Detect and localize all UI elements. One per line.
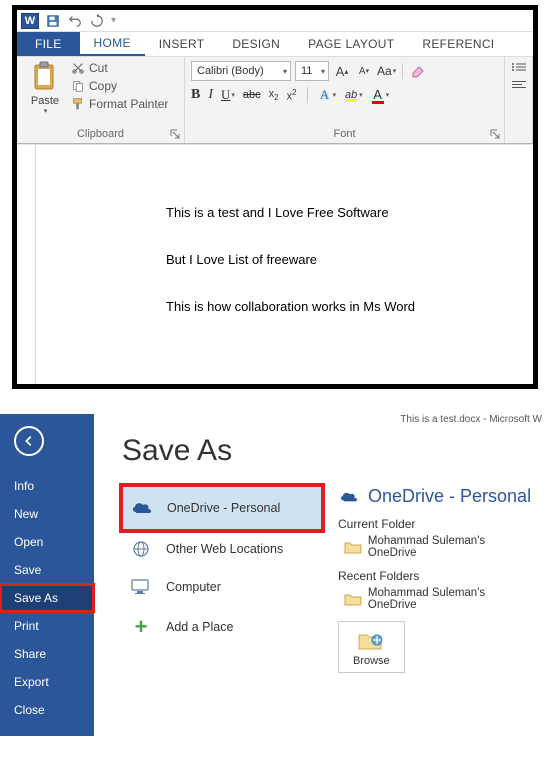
backstage-main: Save As OneDrive - Personal Other Web Lo… (94, 414, 550, 736)
tab-home[interactable]: HOME (80, 32, 145, 56)
group-clipboard-label: Clipboard (17, 126, 184, 143)
highlight-button[interactable]: ab▾ (344, 89, 363, 101)
grow-font-button[interactable]: A▴ (333, 62, 351, 80)
location-label: OneDrive - Personal (167, 501, 280, 515)
save-qat-icon[interactable] (45, 13, 61, 29)
back-button[interactable] (14, 426, 44, 456)
document-text[interactable]: This is a test and I Love Free Software (166, 205, 513, 220)
sidebar-item-save-as[interactable]: Save As (0, 584, 94, 612)
group-font: Calibri (Body)▾ 11▾ A▴ A▾ Aa▾ B I (185, 57, 505, 143)
superscript-button[interactable]: x2 (287, 88, 297, 103)
underline-button[interactable]: U▾ (221, 87, 235, 103)
location-label: Computer (166, 580, 221, 594)
expand-icon[interactable] (169, 129, 181, 141)
cut-button[interactable]: Cut (71, 61, 168, 75)
backstage-sidebar: Info New Open Save Save As Print Share E… (0, 414, 94, 736)
folder-icon (344, 592, 362, 606)
group-font-label: Font (185, 126, 504, 143)
title-bar: W ▾ (17, 10, 533, 32)
document-text[interactable]: But I Love List of freeware (166, 252, 513, 267)
sidebar-item-new[interactable]: New (0, 500, 94, 528)
paste-button[interactable]: Paste ▾ (23, 61, 67, 124)
sidebar-item-info[interactable]: Info (0, 472, 94, 500)
location-detail: OneDrive - Personal Current Folder Moham… (338, 434, 536, 716)
location-computer[interactable]: Computer (122, 568, 322, 606)
current-folder-heading: Current Folder (338, 517, 536, 531)
font-color-button[interactable]: A▾ (371, 87, 390, 103)
tab-insert[interactable]: INSERT (145, 32, 219, 56)
shrink-font-button[interactable]: A▾ (355, 62, 373, 80)
onedrive-icon (338, 490, 360, 504)
sidebar-item-export[interactable]: Export (0, 668, 94, 696)
folder-open-icon (357, 630, 385, 652)
cut-label: Cut (89, 61, 108, 75)
change-case-button[interactable]: Aa▾ (377, 64, 396, 78)
align-button[interactable] (511, 79, 527, 93)
tab-page-layout[interactable]: PAGE LAYOUT (294, 32, 408, 56)
sidebar-item-close[interactable]: Close (0, 696, 94, 724)
copy-label: Copy (89, 79, 117, 93)
group-paragraph-partial (505, 57, 533, 143)
onedrive-icon (129, 497, 155, 519)
bullets-button[interactable] (511, 61, 527, 75)
bold-button[interactable]: B (191, 87, 200, 103)
location-label: Other Web Locations (166, 542, 283, 556)
location-label: Add a Place (166, 620, 233, 634)
location-other-web[interactable]: Other Web Locations (122, 530, 322, 568)
document-text[interactable]: This is how collaboration works in Ms Wo… (166, 299, 513, 314)
qat-dropdown-icon[interactable]: ▾ (111, 15, 116, 26)
tab-file[interactable]: FILE (17, 32, 80, 56)
location-onedrive[interactable]: OneDrive - Personal (122, 486, 322, 530)
sidebar-item-print[interactable]: Print (0, 612, 94, 640)
word-editor-window: W ▾ FILE HOME INSERT DESIGN PAGE LAYOUT … (12, 5, 538, 389)
browse-label: Browse (353, 655, 390, 667)
window-title: This is a test.docx - Microsoft W (400, 414, 542, 425)
computer-icon (128, 576, 154, 598)
recent-folders-heading: Recent Folders (338, 569, 536, 583)
folder-icon (344, 540, 362, 554)
divider (402, 63, 403, 79)
globe-icon (128, 538, 154, 560)
page-title: Save As (122, 434, 322, 468)
recent-folder-item[interactable]: Mohammad Suleman's OneDrive (344, 587, 536, 611)
ribbon-tabs: FILE HOME INSERT DESIGN PAGE LAYOUT REFE… (17, 32, 533, 56)
browse-button[interactable]: Browse (338, 621, 405, 673)
subscript-button[interactable]: x2 (269, 88, 279, 102)
sidebar-item-open[interactable]: Open (0, 528, 94, 556)
group-paragraph-label (505, 126, 532, 143)
format-painter-label: Format Painter (89, 97, 168, 111)
sidebar-item-share[interactable]: Share (0, 640, 94, 668)
clear-formatting-button[interactable] (409, 62, 427, 80)
paste-label: Paste (31, 95, 59, 107)
strikethrough-button[interactable]: abc (243, 89, 261, 101)
format-painter-button[interactable]: Format Painter (71, 97, 168, 111)
italic-button[interactable]: I (208, 87, 213, 103)
text-effects-button[interactable]: A▾ (318, 87, 337, 103)
sidebar-item-save[interactable]: Save (0, 556, 94, 584)
detail-title: OneDrive - Personal (338, 486, 536, 507)
font-size-select[interactable]: 11▾ (295, 61, 329, 81)
document-page[interactable]: This is a test and I Love Free Software … (35, 145, 533, 384)
undo-icon[interactable] (67, 13, 83, 29)
backstage-window: This is a test.docx - Microsoft W Info N… (0, 414, 550, 736)
font-family-select[interactable]: Calibri (Body)▾ (191, 61, 291, 81)
divider (307, 87, 308, 103)
redo-icon[interactable] (89, 13, 105, 29)
ribbon: Paste ▾ Cut Copy Format Painter (17, 56, 533, 144)
locations-list: Save As OneDrive - Personal Other Web Lo… (122, 434, 322, 716)
group-clipboard: Paste ▾ Cut Copy Format Painter (17, 57, 185, 143)
expand-icon[interactable] (489, 129, 501, 141)
tab-references[interactable]: REFERENCI (408, 32, 508, 56)
chevron-down-icon[interactable]: ▾ (44, 107, 48, 115)
current-folder-item[interactable]: Mohammad Suleman's OneDrive (344, 535, 536, 559)
document-canvas[interactable]: This is a test and I Love Free Software … (17, 144, 533, 384)
tab-design[interactable]: DESIGN (218, 32, 294, 56)
copy-button[interactable]: Copy (71, 79, 168, 93)
app-icon: W (21, 13, 39, 29)
location-add-place[interactable]: + Add a Place (122, 606, 322, 648)
plus-icon: + (128, 614, 154, 640)
